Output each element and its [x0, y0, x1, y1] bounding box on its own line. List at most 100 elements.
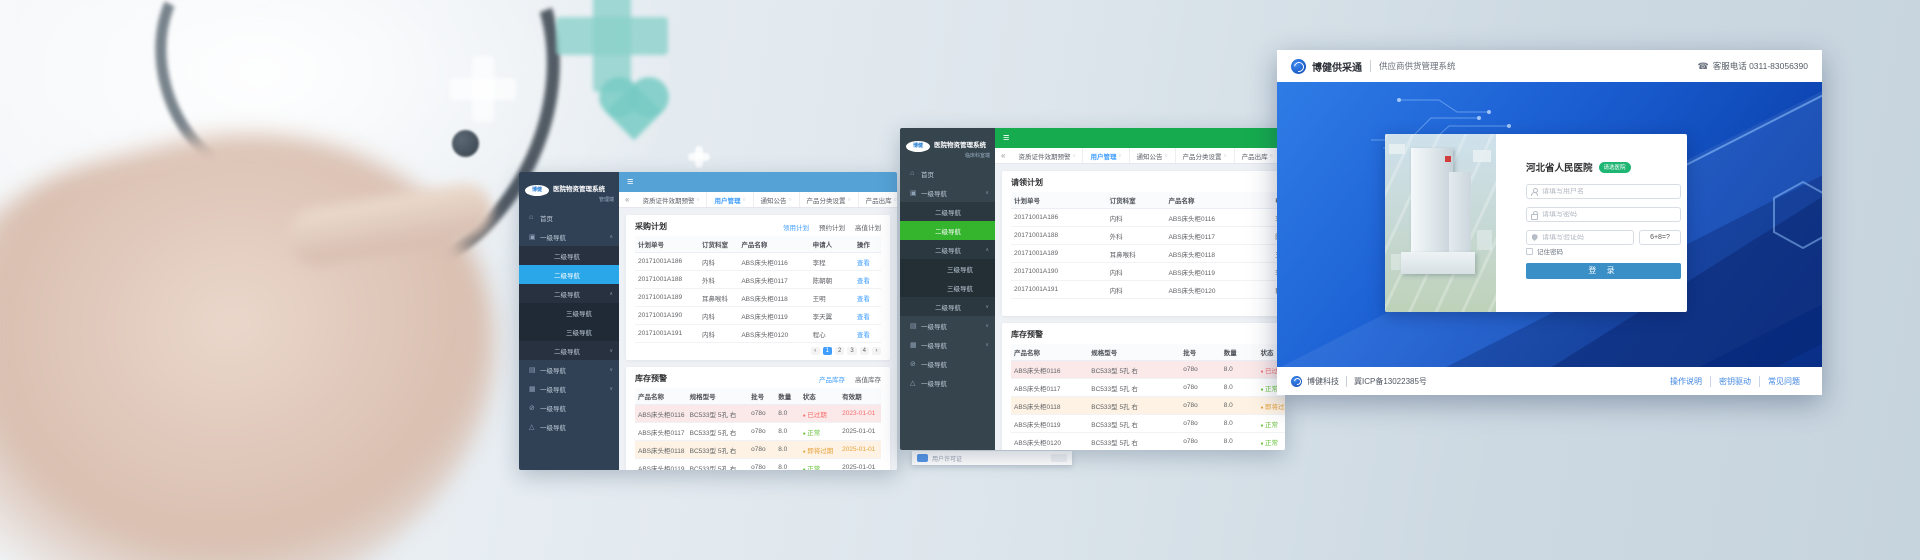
view-link[interactable]: 查看: [854, 325, 881, 343]
footer-link[interactable]: 操作说明: [1662, 376, 1710, 387]
sidebar-menu-item[interactable]: △ 一级导航: [519, 417, 619, 436]
card-filter-link[interactable]: 领用计划: [783, 222, 809, 232]
hospital-select-badge[interactable]: 请选医院: [1599, 162, 1631, 173]
menu-item-icon: ▣: [910, 189, 921, 197]
login-header: 博健供采通 供应商供货管理系统 ☎ 客服电话 0311-83056390: [1277, 50, 1822, 82]
view-link[interactable]: 查看: [854, 253, 881, 271]
sidebar-menu-item[interactable]: 二级导航: [900, 221, 995, 240]
view-link[interactable]: 查看: [854, 307, 881, 325]
page-button[interactable]: ‹: [811, 347, 820, 355]
page-button[interactable]: 4: [860, 347, 869, 355]
sidebar-menu-item[interactable]: 二级导航 ∨: [900, 297, 995, 316]
page-tab[interactable]: 产品出库 ○: [1235, 148, 1281, 163]
footer-link[interactable]: 常见问题: [1759, 376, 1808, 387]
sidebar-menu-item[interactable]: 二级导航 ∧: [519, 284, 619, 303]
page-tab[interactable]: 资质证件效期预警 ○: [635, 192, 707, 207]
captcha-question[interactable]: 6+8=?: [1639, 230, 1681, 245]
cell-qty: 8.0: [775, 423, 800, 441]
page-button[interactable]: ›: [872, 347, 881, 355]
sidebar-menu-item[interactable]: 二级导航 ∧: [900, 240, 995, 259]
menu-item-label: 一级导航: [540, 384, 609, 394]
cell-dept: 内科: [1107, 281, 1166, 299]
sidebar-menu-item[interactable]: 二级导航: [519, 246, 619, 265]
cell-qty: 8.0: [775, 459, 800, 471]
view-link[interactable]: 查看: [854, 289, 881, 307]
page-button[interactable]: 2: [835, 347, 844, 355]
menu-item-icon: ⊘: [910, 360, 921, 368]
menu-item-icon: △: [910, 379, 921, 387]
sidebar-menu-item[interactable]: 二级导航 ∨: [519, 341, 619, 360]
column-header: 订货科室: [1107, 192, 1166, 209]
username-input[interactable]: [1542, 188, 1680, 195]
page-tab[interactable]: 产品出库 ○: [859, 192, 897, 207]
menu-item-label: 二级导航: [554, 270, 613, 280]
sidebar-menu-item[interactable]: 三级导航: [519, 303, 619, 322]
sidebar-menu-item[interactable]: ▣ 一级导航 ∧: [900, 183, 995, 202]
chevron-icon: ∨: [609, 348, 613, 354]
page-tab[interactable]: 通知公告 ○: [754, 192, 800, 207]
tab-close-icon[interactable]: ○: [789, 197, 792, 203]
sidebar-menu-item[interactable]: 三级导航: [900, 278, 995, 297]
tab-close-icon[interactable]: ○: [894, 197, 897, 203]
page-button[interactable]: 3: [847, 347, 856, 355]
page-tab[interactable]: 用户管理 ○: [707, 192, 753, 207]
sidebar-menu-item[interactable]: ▤ 一级导航 ∨: [519, 360, 619, 379]
page-tab[interactable]: 产品分类设置 ○: [1176, 148, 1235, 163]
card-filter-link[interactable]: 预约计划: [819, 222, 845, 232]
sidebar-menu-item[interactable]: 二级导航: [900, 202, 995, 221]
sidebar-menu-item[interactable]: ▦ 一级导航 ∨: [519, 379, 619, 398]
cell-batch: o78o: [748, 405, 775, 423]
tab-close-icon[interactable]: ○: [848, 197, 851, 203]
sidebar-menu-item[interactable]: ▦ 一级导航 ∨: [900, 335, 995, 354]
list-item-action[interactable]: [1051, 454, 1067, 462]
sidebar-menu-item[interactable]: 二级导航: [519, 265, 619, 284]
tab-close-icon[interactable]: ○: [1270, 153, 1273, 159]
window-partial-listrow[interactable]: 用户许可证: [912, 451, 1072, 465]
tab-close-icon[interactable]: ○: [1165, 153, 1168, 159]
column-header: 订货科室: [699, 236, 738, 253]
page-button[interactable]: 1: [823, 347, 832, 355]
page-tab[interactable]: 用户管理 ○: [1083, 148, 1129, 163]
footer-link[interactable]: 密钥驱动: [1710, 376, 1759, 387]
card-filter-link[interactable]: 高值库存: [855, 374, 881, 384]
page-tab[interactable]: 通知公告 ○: [1130, 148, 1176, 163]
cell-dept: 内科: [699, 253, 738, 271]
login-button[interactable]: 登 录: [1526, 263, 1681, 279]
clinical-content: 请领计划 领用计划预约计划高值计划 计划单号订货科室产品名称申请人操作: [995, 164, 1285, 450]
remember-checkbox[interactable]: [1526, 248, 1533, 255]
menu-item-label: 二级导航: [554, 251, 613, 261]
sidebar-menu-item[interactable]: 三级导航: [900, 259, 995, 278]
collapse-tabs-icon[interactable]: «: [619, 195, 635, 204]
sidebar-menu-item[interactable]: 三级导航: [519, 322, 619, 341]
sidebar-menu-item[interactable]: ⊘ 一级导航: [900, 354, 995, 373]
tab-close-icon[interactable]: ○: [742, 197, 745, 203]
cell-applicant: 程心: [810, 325, 854, 343]
hospital-building-photo: [1385, 134, 1496, 312]
hamburger-icon[interactable]: ≡: [627, 176, 633, 188]
view-link[interactable]: 查看: [854, 271, 881, 289]
sidebar-menu-item[interactable]: ⌂ 首页: [519, 208, 619, 227]
cell-plan-no: 20171001A186: [1011, 209, 1107, 227]
card-filter-link[interactable]: 产品库存: [819, 374, 845, 384]
cell-plan-no: 20171001A190: [635, 307, 699, 325]
tab-close-icon[interactable]: ○: [1224, 153, 1227, 159]
collapse-tabs-icon[interactable]: «: [995, 151, 1011, 160]
sidebar-menu-item[interactable]: △ 一级导航: [900, 373, 995, 392]
cell-spec: BC533型 5孔 右: [1088, 361, 1180, 379]
tab-close-icon[interactable]: ○: [696, 197, 699, 203]
sidebar-menu-item[interactable]: ⊘ 一级导航: [519, 398, 619, 417]
tab-close-icon[interactable]: ○: [1118, 153, 1121, 159]
page-tab[interactable]: 资质证件效期预警 ○: [1011, 148, 1083, 163]
password-input[interactable]: [1542, 211, 1680, 218]
sidebar-menu-item[interactable]: ⌂ 首页: [900, 164, 995, 183]
captcha-input[interactable]: [1542, 234, 1633, 241]
menu-item-label: 一级导航: [540, 403, 613, 413]
hamburger-icon[interactable]: ≡: [1003, 132, 1009, 144]
sidebar-menu-item[interactable]: ▣ 一级导航 ∧: [519, 227, 619, 246]
sidebar-menu-item[interactable]: ▤ 一级导航 ∨: [900, 316, 995, 335]
pagination: ‹1234›: [1011, 299, 1285, 311]
tab-close-icon[interactable]: ○: [1072, 153, 1075, 159]
page-tab[interactable]: 产品分类设置 ○: [800, 192, 859, 207]
column-header: 数量: [1221, 344, 1258, 361]
card-filter-link[interactable]: 高值计划: [855, 222, 881, 232]
